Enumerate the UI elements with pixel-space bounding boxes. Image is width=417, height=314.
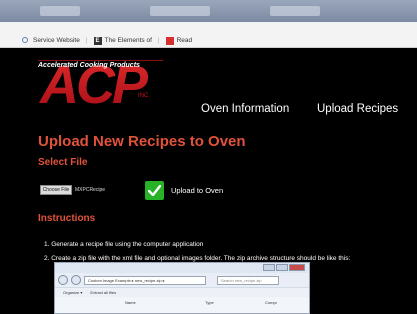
address-bar-area — [0, 22, 417, 34]
explorer-title-bar — [55, 263, 309, 273]
nav-oven-information[interactable]: Oven Information — [201, 103, 289, 115]
tagline: Accelerated Cooking Products — [38, 60, 163, 72]
bookmark-divider: | — [157, 37, 160, 44]
selected-file-name: MXPCRecipe — [75, 187, 106, 193]
column-name: Name — [125, 299, 136, 305]
organize-menu: Organize ▾ — [63, 290, 83, 295]
book-icon: E — [93, 36, 102, 45]
column-type: Type — [205, 299, 214, 305]
bookmarks-bar: Service Website | E The Elements of | Re… — [0, 34, 417, 48]
choose-file-button[interactable]: Choose File — [40, 185, 72, 195]
back-icon — [58, 275, 68, 285]
nav-upload-recipes[interactable]: Upload Recipes — [317, 103, 398, 115]
bookmark-label: Read — [176, 37, 193, 44]
forward-icon — [71, 275, 81, 285]
select-file-heading: Select File — [38, 157, 88, 168]
explorer-column-headers: Name Type Compr — [55, 297, 309, 307]
bookmark-label: Service Website — [33, 37, 80, 44]
page-title: Upload New Recipes to Oven — [38, 133, 246, 150]
explorer-search: Search new_recipe.zip — [217, 275, 279, 285]
explorer-path: Custom Image Example ▸ new_recipe.zip ▸ — [84, 275, 206, 285]
column-compressed: Compr — [265, 299, 278, 305]
bookmark-divider: | — [85, 37, 88, 44]
browser-tab[interactable] — [40, 6, 80, 16]
checkmark-icon — [148, 185, 161, 196]
instructions-heading: Instructions — [38, 213, 96, 224]
bookmark-elements[interactable]: E The Elements of — [93, 36, 152, 45]
browser-tab[interactable] — [270, 6, 320, 16]
extract-all-button: Extract all files — [90, 290, 117, 295]
close-icon — [289, 264, 305, 271]
zip-structure-screenshot: Custom Image Example ▸ new_recipe.zip ▸ … — [54, 262, 310, 314]
bookmark-service-website[interactable]: Service Website — [22, 36, 80, 45]
maximize-icon — [276, 264, 288, 271]
minimize-icon — [263, 264, 275, 271]
explorer-address-bar: Custom Image Example ▸ new_recipe.zip ▸ … — [55, 273, 309, 287]
read-icon — [165, 36, 174, 45]
search-icon — [22, 36, 30, 45]
explorer-toolbar: Organize ▾ Extract all files — [55, 287, 309, 297]
instruction-step: 1. Generate a recipe file using the comp… — [44, 241, 204, 248]
browser-tab-bar — [0, 0, 417, 22]
logo-suffix: INC. — [138, 93, 150, 99]
bookmark-label: The Elements of — [104, 37, 152, 44]
upload-to-oven-label: Upload to Oven — [171, 186, 224, 195]
upload-to-oven-button[interactable] — [145, 181, 164, 200]
browser-tab[interactable] — [150, 6, 210, 16]
bookmark-read[interactable]: Read — [165, 36, 193, 45]
